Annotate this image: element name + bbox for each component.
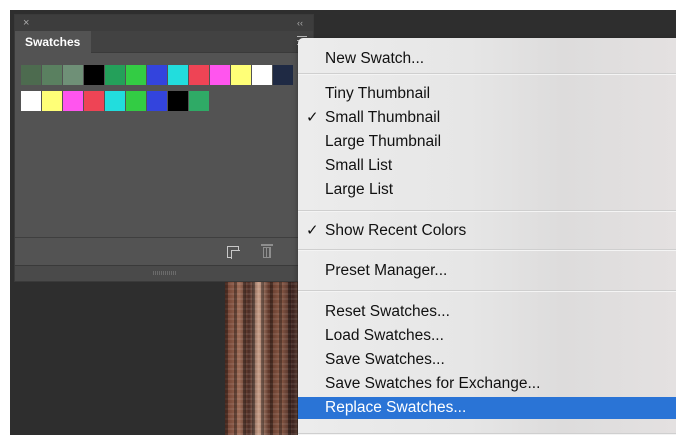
menu-item-large-thumbnail[interactable]: Large Thumbnail (298, 131, 676, 153)
menu-item-label: Large Thumbnail (325, 133, 442, 150)
menu-item-tiny-thumbnail[interactable]: Tiny Thumbnail (298, 83, 676, 105)
menu-item-small-thumbnail[interactable]: ✓ Small Thumbnail (298, 107, 676, 129)
trash-body (263, 247, 271, 258)
swatch[interactable] (63, 65, 83, 85)
swatch[interactable] (147, 65, 167, 85)
trash-icon[interactable] (261, 244, 273, 259)
resize-grip[interactable] (153, 271, 177, 275)
swatch[interactable] (84, 91, 104, 111)
menu-item-save-swatches[interactable]: Save Swatches... (298, 349, 676, 371)
menu-separator (298, 249, 676, 251)
swatch-row (21, 65, 301, 85)
checkmark-icon: ✓ (306, 109, 319, 126)
menu-item-label: Load Swatches... (325, 327, 444, 344)
swatch-grid (21, 65, 301, 117)
swatch[interactable] (63, 91, 83, 111)
menu-item-save-swatches-for-exchange[interactable]: Save Swatches for Exchange... (298, 373, 676, 395)
swatch[interactable] (210, 65, 230, 85)
menu-item-reset-swatches[interactable]: Reset Swatches... (298, 301, 676, 323)
close-icon[interactable]: × (23, 15, 29, 31)
menu-item-small-list[interactable]: Small List (298, 155, 676, 177)
swatch[interactable] (126, 91, 146, 111)
menu-item-label: Reset Swatches... (325, 303, 450, 320)
swatch[interactable] (252, 65, 272, 85)
tab-swatches[interactable]: Swatches (15, 31, 91, 53)
swatches-flyout-menu: New Swatch... Tiny Thumbnail ✓ Small Thumbn… (298, 38, 676, 435)
swatch[interactable] (168, 91, 188, 111)
menu-item-label: Small Thumbnail (325, 109, 441, 126)
menu-separator (298, 210, 676, 212)
menu-separator (298, 290, 676, 292)
menu-item-label: Save Swatches for Exchange... (325, 375, 541, 392)
swatch[interactable] (189, 65, 209, 85)
swatch[interactable] (189, 91, 209, 111)
menu-item-label: Replace Swatches... (325, 399, 467, 416)
menu-item-label: Preset Manager... (325, 262, 448, 279)
swatch[interactable] (42, 65, 62, 85)
menu-item-label: Large List (325, 181, 394, 198)
menu-item-label: Show Recent Colors (325, 222, 467, 239)
menu-item-new-swatch[interactable]: New Swatch... (298, 48, 676, 70)
swatch[interactable] (21, 91, 41, 111)
panel-bottom-bar (15, 265, 313, 281)
swatch[interactable] (273, 65, 293, 85)
swatch[interactable] (126, 65, 146, 85)
menu-item-label: Small List (325, 157, 393, 174)
swatches-panel: × ‹‹ Swatches (14, 14, 314, 282)
swatch-row (21, 91, 301, 111)
swatch[interactable] (147, 91, 167, 111)
menu-item-large-list[interactable]: Large List (298, 179, 676, 201)
new-swatch-icon[interactable] (227, 246, 240, 259)
menu-item-show-recent-colors[interactable]: ✓ Show Recent Colors (298, 220, 676, 242)
document-canvas-image (225, 280, 305, 435)
swatch[interactable] (105, 91, 125, 111)
menu-item-label: Tiny Thumbnail (325, 85, 431, 102)
swatch[interactable] (42, 91, 62, 111)
menu-item-label: New Swatch... (325, 50, 425, 67)
checkmark-icon: ✓ (306, 222, 319, 239)
panel-titlebar: × ‹‹ (15, 15, 313, 31)
swatch[interactable] (168, 65, 188, 85)
swatch[interactable] (84, 65, 104, 85)
trash-lid (261, 244, 273, 246)
swatch[interactable] (105, 65, 125, 85)
menu-item-replace-swatches[interactable]: Replace Swatches... (298, 397, 676, 419)
swatch[interactable] (231, 65, 251, 85)
panel-tabbar: Swatches (15, 31, 313, 53)
menu-item-load-swatches[interactable]: Load Swatches... (298, 325, 676, 347)
menu-item-label: Save Swatches... (325, 351, 445, 368)
panel-footer (15, 237, 313, 265)
menu-separator (298, 73, 676, 75)
collapse-icon[interactable]: ‹‹ (297, 15, 303, 31)
swatch[interactable] (21, 65, 41, 85)
menu-item-preset-manager[interactable]: Preset Manager... (298, 260, 676, 282)
